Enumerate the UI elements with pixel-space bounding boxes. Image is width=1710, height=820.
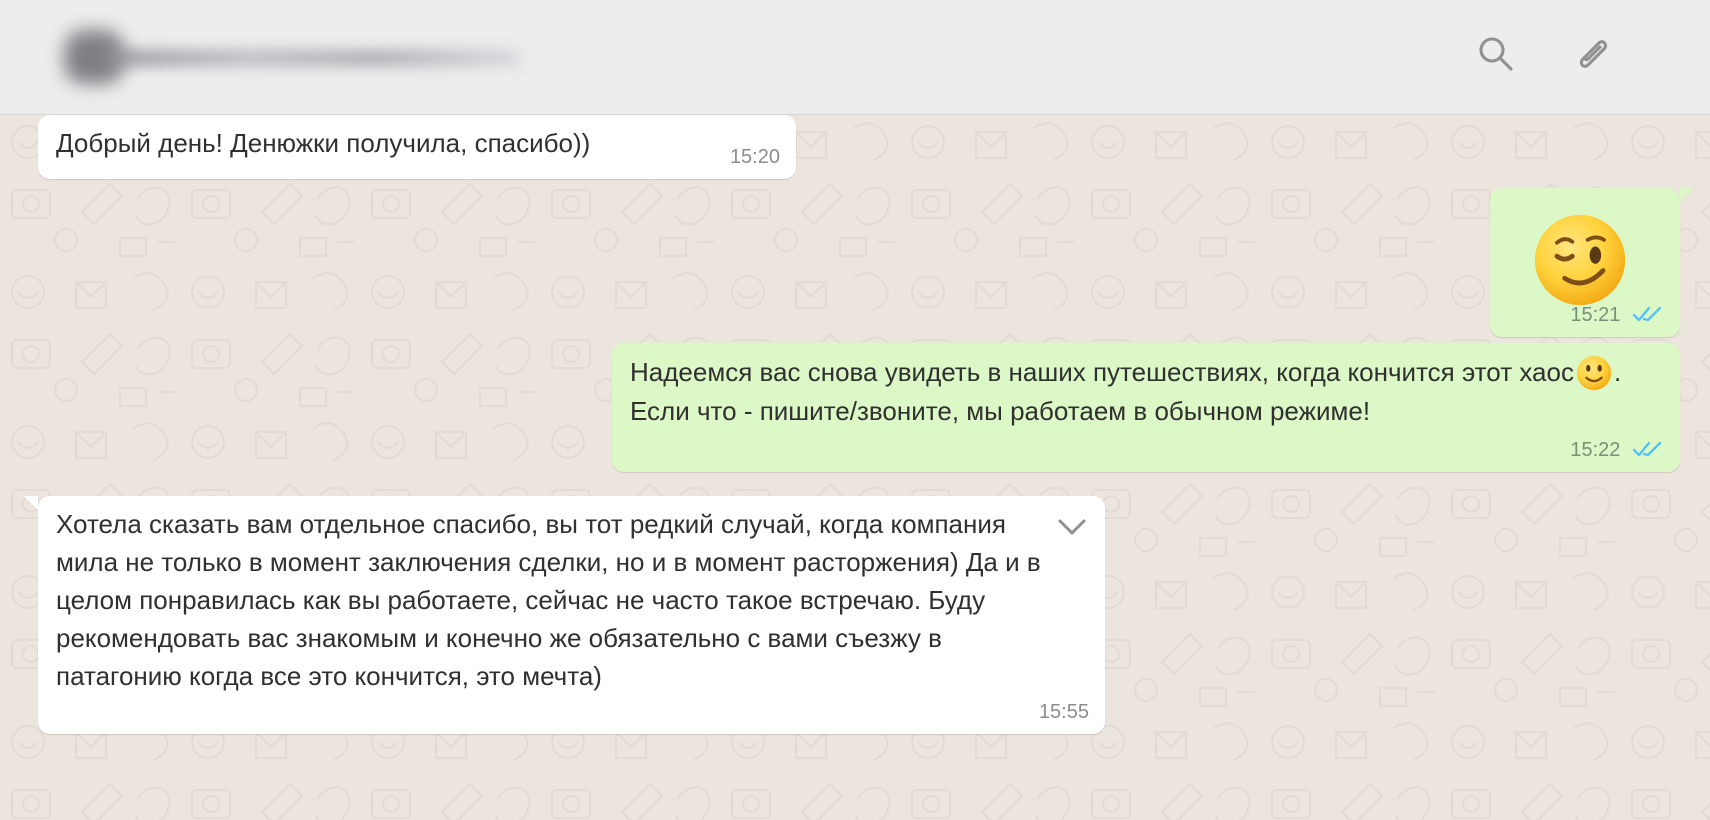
message-bubble-incoming[interactable]: Добрый день! Денюжки получила, спасибо))… xyxy=(38,115,796,179)
chevron-down-icon xyxy=(1058,519,1086,535)
message-time: 15:21 xyxy=(1570,304,1621,326)
bubble-tail xyxy=(24,496,38,510)
chat-header xyxy=(0,0,1710,115)
paperclip-icon xyxy=(1579,40,1608,68)
message-bubble-incoming[interactable]: Хотела сказать вам отдельное спасибо, вы… xyxy=(24,496,1105,734)
winking-face-emoji xyxy=(1532,212,1628,308)
double-check-icon xyxy=(1632,304,1662,324)
message-text: Добрый день! Денюжки получила, спасибо)) xyxy=(56,128,591,158)
message-time: 15:20 xyxy=(729,146,780,168)
message-bubble-outgoing[interactable]: 15:21 xyxy=(1490,188,1694,337)
message-list[interactable]: Добрый день! Денюжки получила, спасибо))… xyxy=(0,114,1710,820)
message-time-wrapper: 15:22 xyxy=(1570,438,1662,462)
message-time: 15:22 xyxy=(1570,439,1621,461)
message-time-wrapper: 15:21 xyxy=(1570,303,1662,327)
blurred-contact-info[interactable] xyxy=(58,28,528,88)
double-check-icon xyxy=(1632,439,1662,459)
bubble-tail xyxy=(1680,188,1694,202)
contact-name-blurred xyxy=(102,50,522,66)
message-bubble-outgoing[interactable]: Надеемся вас снова увидеть в наших путеш… xyxy=(612,343,1680,472)
message-text: Хотела сказать вам отдельное спасибо, вы… xyxy=(56,509,1041,691)
header-actions xyxy=(1468,26,1620,82)
message-text: Надеемся вас снова увидеть в наших путеш… xyxy=(630,353,1650,430)
message-menu-button[interactable] xyxy=(1055,512,1089,540)
search-button[interactable] xyxy=(1468,26,1524,82)
message-text-before-emoji: Надеемся вас снова увидеть в наших путеш… xyxy=(630,357,1574,387)
search-icon xyxy=(1479,37,1513,71)
smiling-face-emoji xyxy=(1575,354,1613,392)
message-time: 15:55 xyxy=(1038,701,1089,723)
attach-button[interactable] xyxy=(1564,26,1620,82)
